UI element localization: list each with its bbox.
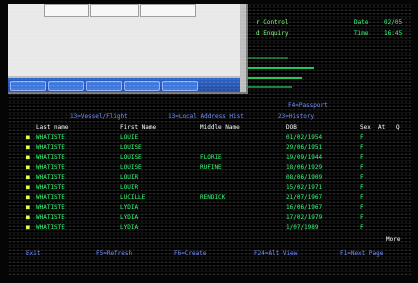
row-select-marker[interactable]: ■ (26, 174, 30, 181)
taskbar-item[interactable] (162, 81, 198, 91)
table-row-dob: 1/07/1989 (286, 224, 319, 231)
taskbar-item[interactable] (10, 81, 46, 91)
field-bar (248, 57, 288, 59)
table-row-last-name[interactable]: WHATISTE (36, 134, 65, 141)
col-q: Q (396, 124, 400, 131)
fkey-create[interactable]: F6=Create (174, 250, 207, 257)
fkey-refresh[interactable]: F5=Refresh (96, 250, 132, 257)
time-value: 16:45 (384, 30, 403, 37)
table-row-first-name: LOUISE (120, 154, 142, 161)
table-row-first-name: LOUISE (120, 164, 142, 171)
col-last-name: Last name (36, 124, 69, 131)
table-row-last-name[interactable]: WHATISTE (36, 164, 65, 171)
table-row-dob: 19/09/1944 (286, 154, 323, 161)
fkey-exit[interactable]: Exit (26, 250, 40, 257)
table-row-sex: F (360, 174, 364, 181)
overlay-cell (140, 4, 196, 17)
table-row-sex: F (360, 204, 364, 211)
table-row-sex: F (360, 144, 364, 151)
table-row-last-name[interactable]: WHATISTE (36, 154, 65, 161)
screen-photo: r Control d Enquiry Date 02/05 Time 16:4… (0, 0, 418, 283)
taskbar-item[interactable] (124, 81, 160, 91)
table-row-last-name[interactable]: WHATISTE (36, 144, 65, 151)
table-row-sex: F (360, 164, 364, 171)
table-row-middle-name: FLORIE (200, 154, 222, 161)
table-row-first-name: LOUIE (120, 134, 139, 141)
field-bar (248, 77, 302, 79)
fkey-next-page[interactable]: F1=Next Page (340, 250, 383, 257)
table-row-first-name: LOUISE (120, 144, 142, 151)
table-row-sex: F (360, 154, 364, 161)
table-row-dob: 29/06/1951 (286, 144, 323, 151)
col-middle-name: Middle Name (200, 124, 240, 131)
overlay-pane (8, 4, 240, 76)
row-select-marker[interactable]: ■ (26, 184, 30, 191)
taskbar (8, 78, 240, 92)
col-sex: Sex (360, 124, 371, 131)
table-row-middle-name: RUFINE (200, 164, 222, 171)
table-row-sex: F (360, 214, 364, 221)
table-row-dob: 21/07/1967 (286, 194, 323, 201)
table-row-last-name[interactable]: WHATISTE (36, 194, 65, 201)
table-row-dob: 15/02/1971 (286, 184, 323, 191)
table-row-first-name: LOUIR (120, 174, 139, 181)
table-row-first-name: LYDIA (120, 204, 139, 211)
table-row-last-name[interactable]: WHATISTE (36, 204, 65, 211)
fkey-alt-view[interactable]: F24=Alt View (254, 250, 297, 257)
field-bar (248, 86, 292, 88)
field-bar (248, 67, 314, 69)
row-select-marker[interactable]: ■ (26, 154, 30, 161)
table-row-last-name[interactable]: WHATISTE (36, 174, 65, 181)
overlay-cell (90, 4, 139, 17)
taskbar-item[interactable] (48, 81, 84, 91)
table-row-sex: F (360, 134, 364, 141)
screen-title-line-1: r Control (256, 19, 289, 26)
results-table: ■ WHATISTE LOUIE 01/02/1954 F ■ WHATISTE… (8, 134, 412, 244)
row-select-marker[interactable]: ■ (26, 164, 30, 171)
table-row-first-name: LOUIR (120, 184, 139, 191)
table-row-sex: F (360, 194, 364, 201)
time-label: Time (354, 30, 369, 37)
overlay-cell (44, 4, 89, 17)
col-at: At (378, 124, 386, 131)
row-select-marker[interactable]: ■ (26, 144, 30, 151)
table-row-last-name[interactable]: WHATISTE (36, 214, 65, 221)
table-row-sex: F (360, 224, 364, 231)
table-row-dob: 17/02/1979 (286, 214, 323, 221)
table-row-last-name[interactable]: WHATISTE (36, 184, 65, 191)
row-select-marker[interactable]: ■ (26, 194, 30, 201)
table-row-sex: F (360, 184, 364, 191)
taskbar-item[interactable] (86, 81, 122, 91)
f4-passport-label: F4=Passport (288, 102, 328, 109)
date-value: 02/05 (384, 19, 403, 26)
date-label: Date (354, 19, 369, 26)
screen-title-line-2: d Enquiry (256, 30, 289, 37)
more-indicator: More (386, 236, 401, 243)
table-row-dob: 16/06/1967 (286, 204, 323, 211)
table-row-dob: 01/02/1954 (286, 134, 323, 141)
table-row-last-name[interactable]: WHATISTE (36, 224, 65, 231)
row-select-marker[interactable]: ■ (26, 224, 30, 231)
terminal-screen: r Control d Enquiry Date 02/05 Time 16:4… (8, 4, 412, 275)
table-row-first-name: LYDIA (120, 214, 139, 221)
overlay-window (8, 4, 248, 94)
col-dob: DOB (286, 124, 297, 131)
f23-history-label: 23=History (278, 113, 315, 120)
table-row-first-name: LYDIA (120, 224, 139, 231)
f13-local-address-label: 13=Local Address Hist (168, 113, 244, 120)
row-select-marker[interactable]: ■ (26, 204, 30, 211)
row-select-marker[interactable]: ■ (26, 214, 30, 221)
table-row-dob: 08/06/1909 (286, 174, 323, 181)
table-row-middle-name: RENDICK (200, 194, 226, 201)
table-row-first-name: LUCILLE (120, 194, 146, 201)
f13-vessel-flight-label: 13=Vessel/Flight (70, 113, 128, 120)
col-first-name: First Name (120, 124, 157, 131)
row-select-marker[interactable]: ■ (26, 134, 30, 141)
table-row-dob: 18/06/1929 (286, 164, 323, 171)
